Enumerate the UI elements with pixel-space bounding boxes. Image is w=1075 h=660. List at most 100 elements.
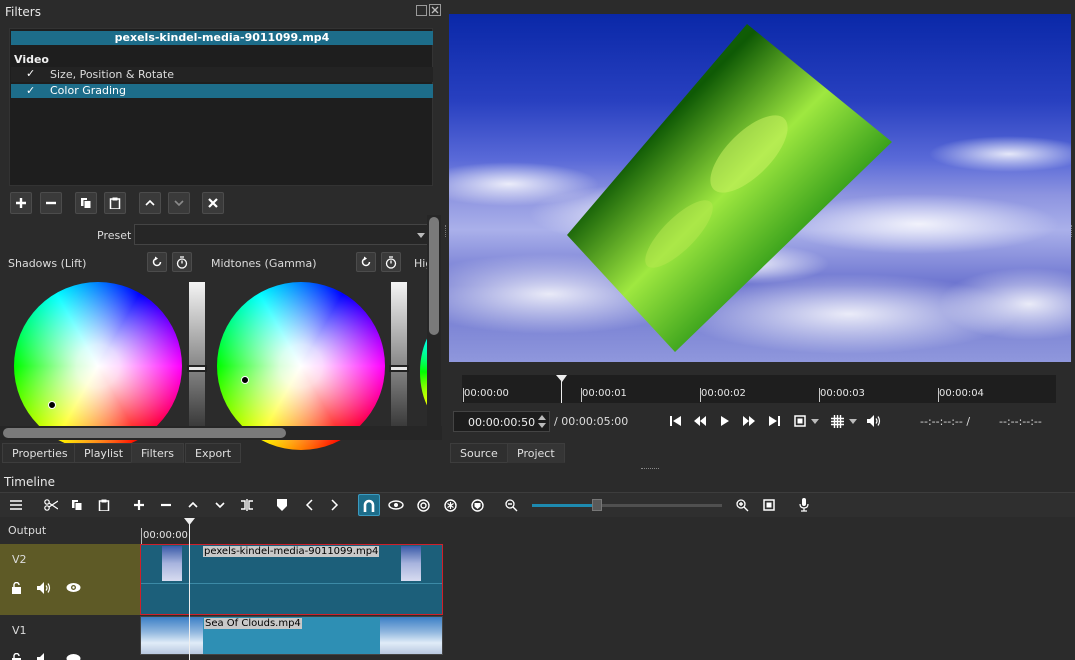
zoom-slider[interactable] [532, 499, 722, 511]
remove-icon[interactable] [155, 494, 177, 516]
record-audio-icon[interactable] [793, 494, 815, 516]
zoom-out-icon[interactable] [500, 494, 522, 516]
marker-icon[interactable] [271, 494, 293, 516]
filter-list: pexels-kindel-media-9011099.mp4 Video ✓ … [9, 28, 433, 186]
grid-dropdown-icon[interactable] [846, 410, 860, 432]
zoom-dropdown-icon[interactable] [808, 410, 822, 432]
midtones-value-slider[interactable] [389, 282, 409, 426]
float-panel-icon[interactable] [416, 5, 427, 16]
zoom-in-icon[interactable] [731, 494, 753, 516]
close-panel-icon[interactable] [429, 4, 441, 16]
filter-name: Color Grading [50, 84, 126, 97]
zoom-timeline-fit-icon[interactable] [758, 494, 780, 516]
scrub-icon[interactable] [385, 494, 407, 516]
move-filter-down-button[interactable] [168, 192, 190, 214]
splitter-handle[interactable] [641, 468, 659, 470]
skip-to-start-icon[interactable] [664, 410, 686, 432]
timeline-ruler[interactable]: 00:00:00 [140, 518, 1075, 544]
filter-row[interactable]: ✓ Size, Position & Rotate [11, 67, 433, 82]
filters-panel-title: Filters [5, 5, 41, 19]
total-time-label: / 00:00:05:00 [554, 415, 629, 428]
paste-icon[interactable] [93, 494, 115, 516]
filter-row-selected[interactable]: ✓ Color Grading [11, 84, 433, 98]
tab-export[interactable]: Export [185, 443, 242, 463]
shadows-label: Shadows (Lift) [8, 257, 87, 270]
ripple-icon[interactable] [412, 494, 434, 516]
tab-playlist[interactable]: Playlist [74, 443, 134, 463]
player-ruler[interactable]: 00:00:00 00:00:01 00:00:02 00:00:03 00:0… [462, 375, 1056, 403]
ripple-markers-icon[interactable] [466, 494, 488, 516]
splitter-handle[interactable] [1071, 225, 1074, 237]
append-icon[interactable] [128, 494, 150, 516]
shadows-color-wheel[interactable] [14, 282, 182, 450]
timeline-tracks-area[interactable]: 00:00:00 pexels-kindel-media-9011099.mp4… [140, 518, 1075, 660]
current-time-field[interactable]: 00:00:00:50 [453, 411, 550, 432]
horizontal-scrollbar-thumb[interactable] [3, 428, 286, 438]
midtones-wheel-handle[interactable] [241, 376, 249, 384]
shadows-wheel-handle[interactable] [48, 401, 56, 409]
snap-icon[interactable] [358, 494, 380, 516]
timeline-menu-icon[interactable] [5, 494, 27, 516]
slider-handle[interactable] [187, 365, 207, 372]
in-point-label: --:--:--:-- / [920, 415, 971, 428]
mute-audio-icon[interactable] [37, 653, 51, 660]
cut-icon[interactable] [40, 494, 62, 516]
hide-video-icon[interactable] [66, 653, 81, 660]
ruler-label: 00:00:01 [582, 388, 627, 399]
tab-source[interactable]: Source [450, 443, 508, 463]
track-header-v2[interactable]: V2 [0, 544, 140, 615]
tab-properties[interactable]: Properties [2, 443, 78, 463]
copy-icon[interactable] [66, 494, 88, 516]
preset-dropdown[interactable] [134, 224, 430, 245]
video-viewer[interactable] [449, 14, 1071, 362]
shadows-value-slider[interactable] [187, 282, 207, 426]
split-icon[interactable] [236, 494, 258, 516]
output-label: Output [8, 524, 47, 537]
reset-midtones-button[interactable] [356, 252, 376, 272]
play-icon[interactable] [714, 410, 736, 432]
add-filter-button[interactable] [10, 192, 32, 214]
timeline-playhead[interactable] [184, 518, 195, 660]
filter-checkbox[interactable]: ✓ [26, 67, 35, 80]
clip-thumbnail [380, 617, 442, 654]
deselect-filter-button[interactable] [202, 192, 224, 214]
lift-icon[interactable] [182, 494, 204, 516]
previous-marker-icon[interactable] [298, 494, 320, 516]
zoom-slider-handle[interactable] [592, 499, 602, 511]
ruler-tick [141, 528, 142, 544]
move-filter-up-button[interactable] [139, 192, 161, 214]
splitter-handle[interactable] [445, 225, 448, 237]
vertical-scrollbar-thumb[interactable] [429, 217, 439, 335]
lock-icon[interactable] [11, 653, 23, 660]
copy-filter-button[interactable] [75, 192, 97, 214]
grid-icon[interactable] [826, 410, 848, 432]
fast-forward-icon[interactable] [738, 410, 760, 432]
slider-handle[interactable] [389, 365, 409, 372]
keyframe-shadows-button[interactable] [172, 252, 192, 272]
tab-project[interactable]: Project [507, 443, 565, 463]
ruler-label: 00:00:04 [939, 388, 984, 399]
overwrite-icon[interactable] [209, 494, 231, 516]
track-header-v1[interactable]: V1 [0, 616, 140, 660]
skip-to-end-icon[interactable] [763, 410, 785, 432]
hide-video-icon[interactable] [66, 582, 81, 593]
ripple-all-tracks-icon[interactable] [439, 494, 461, 516]
vertical-scrollbar[interactable] [427, 215, 441, 426]
playhead-marker[interactable] [556, 375, 568, 403]
rewind-icon[interactable] [689, 410, 711, 432]
paste-filter-button[interactable] [104, 192, 126, 214]
clip-thumbnail [162, 546, 182, 581]
horizontal-scrollbar[interactable] [0, 426, 442, 440]
mute-audio-icon[interactable] [37, 582, 51, 594]
lock-icon[interactable] [11, 582, 23, 594]
filters-panel: Filters pexels-kindel-media-9011099.mp4 … [0, 0, 446, 466]
zoom-slider-fill [532, 504, 596, 507]
keyframe-midtones-button[interactable] [381, 252, 401, 272]
reset-shadows-button[interactable] [147, 252, 167, 272]
remove-filter-button[interactable] [40, 192, 62, 214]
volume-icon[interactable] [863, 410, 885, 432]
midtones-color-wheel[interactable] [217, 282, 385, 450]
tab-filters[interactable]: Filters [131, 443, 184, 463]
next-marker-icon[interactable] [324, 494, 346, 516]
filter-checkbox[interactable]: ✓ [26, 84, 35, 97]
